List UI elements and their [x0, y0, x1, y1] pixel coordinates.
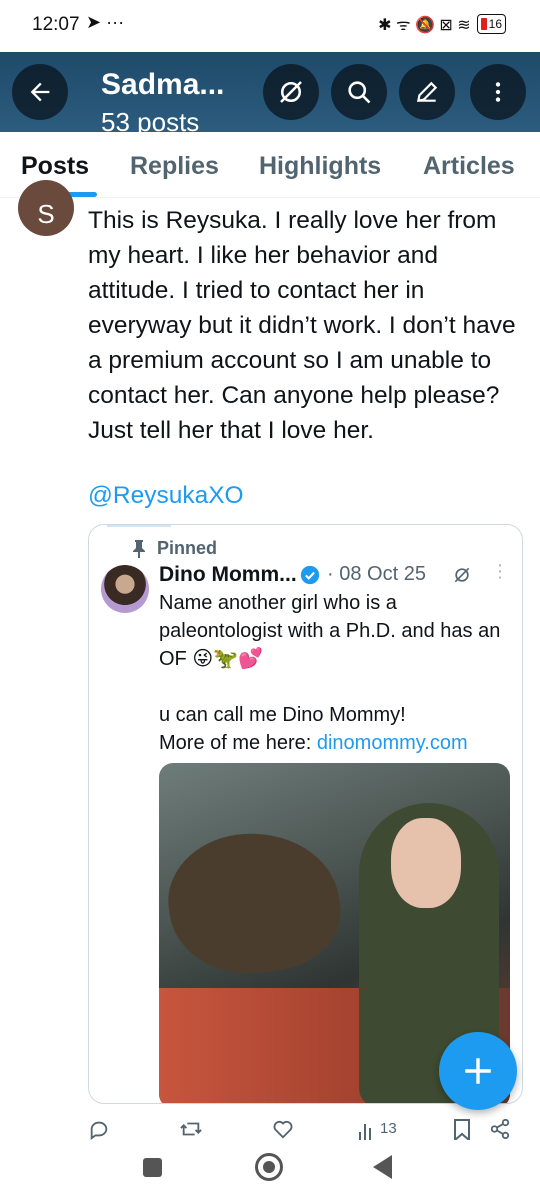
system-icons: ✱ ᯤ 🔕 ⊠ ≋ 16 — [378, 13, 506, 35]
reply-icon[interactable] — [88, 1118, 110, 1140]
like-icon[interactable] — [272, 1118, 294, 1140]
quoted-line-2: u can call me Dino Mommy! — [159, 704, 406, 726]
verified-badge-icon — [300, 565, 320, 585]
tab-posts[interactable]: Posts — [21, 152, 89, 181]
views-count: 13 — [380, 1120, 397, 1137]
back-button[interactable] — [12, 64, 68, 120]
quoted-line-3: More of me here: dinomommy.com — [159, 729, 509, 757]
repost-icon[interactable] — [178, 1118, 204, 1140]
search-button[interactable] — [331, 64, 387, 120]
quote-accent-line — [107, 525, 171, 527]
quoted-more-icon[interactable]: ⋮ — [491, 561, 509, 582]
profile-name: Sadma... — [101, 68, 225, 101]
post-count: 53 posts — [101, 107, 200, 132]
pin-icon — [133, 539, 145, 558]
views-icon[interactable] — [358, 1118, 376, 1140]
grok-icon — [280, 81, 302, 103]
battery-icon: 16 — [476, 14, 506, 34]
edit-button[interactable] — [399, 64, 455, 120]
battery-level-fill — [480, 18, 487, 30]
pinned-label-row: Pinned — [133, 538, 217, 559]
mention-link[interactable]: @ReysukaXO — [88, 482, 244, 510]
grok-icon[interactable] — [452, 565, 472, 585]
avatar-letter: S — [37, 199, 55, 229]
home-icon[interactable] — [255, 1153, 283, 1181]
more-vertical-icon — [495, 82, 501, 102]
status-bar: 12:07 ➤ ··· ✱ ᯤ 🔕 ⊠ ≋ 16 — [0, 0, 540, 52]
pinned-label: Pinned — [157, 538, 218, 558]
grok-button[interactable] — [263, 64, 319, 120]
tab-articles[interactable]: Articles — [423, 152, 515, 181]
search-icon — [348, 81, 371, 104]
more-options-button[interactable] — [470, 64, 526, 120]
system-navigation-bar — [0, 1140, 540, 1200]
quoted-line-1: Name another girl who is a paleontologis… — [159, 592, 501, 670]
plus-icon — [465, 1058, 491, 1084]
quoted-line-3-prefix: More of me here: — [159, 732, 317, 754]
arrow-left-icon — [30, 82, 50, 102]
back-triangle-icon[interactable] — [373, 1155, 392, 1179]
quoted-avatar[interactable] — [101, 565, 149, 613]
battery-percent: 16 — [488, 17, 502, 31]
post-actions: 13 — [88, 1118, 528, 1140]
external-link[interactable]: dinomommy.com — [317, 732, 468, 754]
status-time: 12:07 — [32, 14, 80, 35]
post-text: This is Reysuka. I really love her from … — [88, 207, 516, 444]
profile-tabs: Posts Replies Highlights Articles — [0, 132, 540, 198]
notification-icons: ➤ ··· — [86, 12, 125, 32]
recents-icon[interactable] — [143, 1158, 162, 1177]
quoted-post-card[interactable]: Pinned Dino Momm... · 08 Oct 25 ⋮ Name a… — [88, 524, 523, 1104]
compose-button[interactable] — [439, 1032, 517, 1110]
image-face — [391, 818, 461, 908]
share-icon[interactable] — [488, 1118, 512, 1140]
image-dinosaur-skull — [160, 821, 348, 985]
quoted-author-name[interactable]: Dino Momm... — [159, 563, 297, 587]
avatar[interactable]: S — [18, 180, 74, 236]
quoted-post-date: · 08 Oct 25 — [327, 563, 426, 585]
bookmark-icon[interactable] — [452, 1118, 472, 1140]
quoted-post-text: Name another girl who is a paleontologis… — [159, 589, 509, 757]
pencil-icon — [416, 81, 438, 103]
system-status-icons: ✱ ᯤ 🔕 ⊠ ≋ — [378, 17, 471, 34]
profile-header: Sadma... 53 posts — [0, 52, 540, 132]
tab-replies[interactable]: Replies — [130, 152, 219, 181]
tab-highlights[interactable]: Highlights — [259, 152, 381, 181]
